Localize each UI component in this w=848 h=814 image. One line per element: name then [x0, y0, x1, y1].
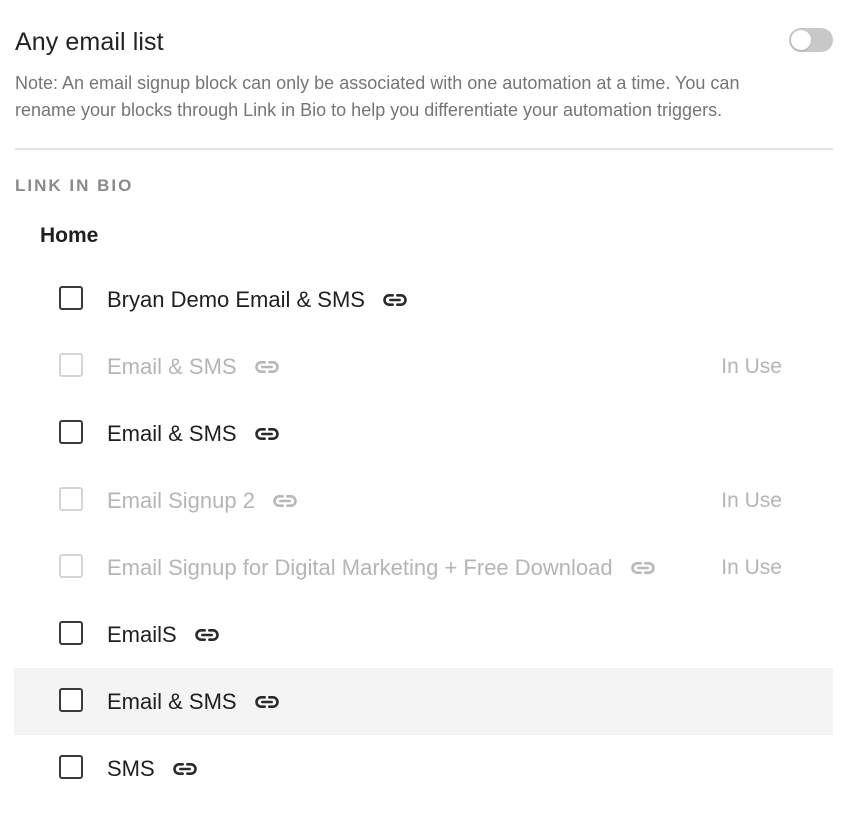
- list-item[interactable]: Email Signup 2 In Use: [14, 467, 833, 534]
- item-label: EmailS: [107, 621, 177, 647]
- link-icon[interactable]: [171, 755, 199, 783]
- list-item[interactable]: Email & SMS In Use: [14, 333, 833, 400]
- checkbox[interactable]: [59, 353, 83, 377]
- header: Any email list: [15, 26, 833, 58]
- toggle-knob: [791, 30, 811, 50]
- note-text: Note: An email signup block can only be …: [15, 73, 740, 120]
- list-item[interactable]: Email Signup for Digital Marketing + Fre…: [14, 534, 833, 601]
- list-item[interactable]: Bryan Demo Email & SMS: [14, 266, 833, 333]
- item-label: Bryan Demo Email & SMS: [107, 286, 365, 312]
- list-item[interactable]: SMS: [14, 735, 833, 802]
- link-icon[interactable]: [253, 353, 281, 381]
- section-title: Any email list: [15, 28, 164, 56]
- list-item[interactable]: EmailS: [14, 601, 833, 668]
- divider: [15, 148, 833, 150]
- checkbox[interactable]: [59, 621, 83, 645]
- list-item[interactable]: Email & SMS: [14, 400, 833, 467]
- checkbox[interactable]: [59, 755, 83, 779]
- link-icon[interactable]: [253, 688, 281, 716]
- item-label: Email & SMS: [107, 420, 237, 446]
- item-label: Email Signup for Digital Marketing + Fre…: [107, 554, 613, 580]
- status-badge: In Use: [721, 354, 782, 378]
- email-list-settings: Any email list Note: An email signup blo…: [0, 0, 848, 814]
- link-icon[interactable]: [193, 621, 221, 649]
- item-label: Email & SMS: [107, 688, 237, 714]
- checkbox[interactable]: [59, 286, 83, 310]
- group-title: Home: [40, 224, 99, 247]
- link-icon[interactable]: [271, 487, 299, 515]
- checkbox[interactable]: [59, 688, 83, 712]
- status-badge: In Use: [721, 488, 782, 512]
- checkbox[interactable]: [59, 420, 83, 444]
- item-label: SMS: [107, 755, 155, 781]
- checkbox[interactable]: [59, 487, 83, 511]
- item-label: Email Signup 2: [107, 487, 255, 513]
- section-label: LINK IN BIO: [15, 176, 134, 195]
- any-email-list-toggle[interactable]: [789, 28, 833, 52]
- checkbox[interactable]: [59, 554, 83, 578]
- item-label: Email & SMS: [107, 353, 237, 379]
- link-icon[interactable]: [381, 286, 409, 314]
- link-icon[interactable]: [629, 554, 657, 582]
- list-item[interactable]: Email & SMS: [14, 668, 833, 735]
- block-list: Bryan Demo Email & SMS Email & SMS In Us…: [14, 266, 833, 802]
- status-badge: In Use: [721, 555, 782, 579]
- link-icon[interactable]: [253, 420, 281, 448]
